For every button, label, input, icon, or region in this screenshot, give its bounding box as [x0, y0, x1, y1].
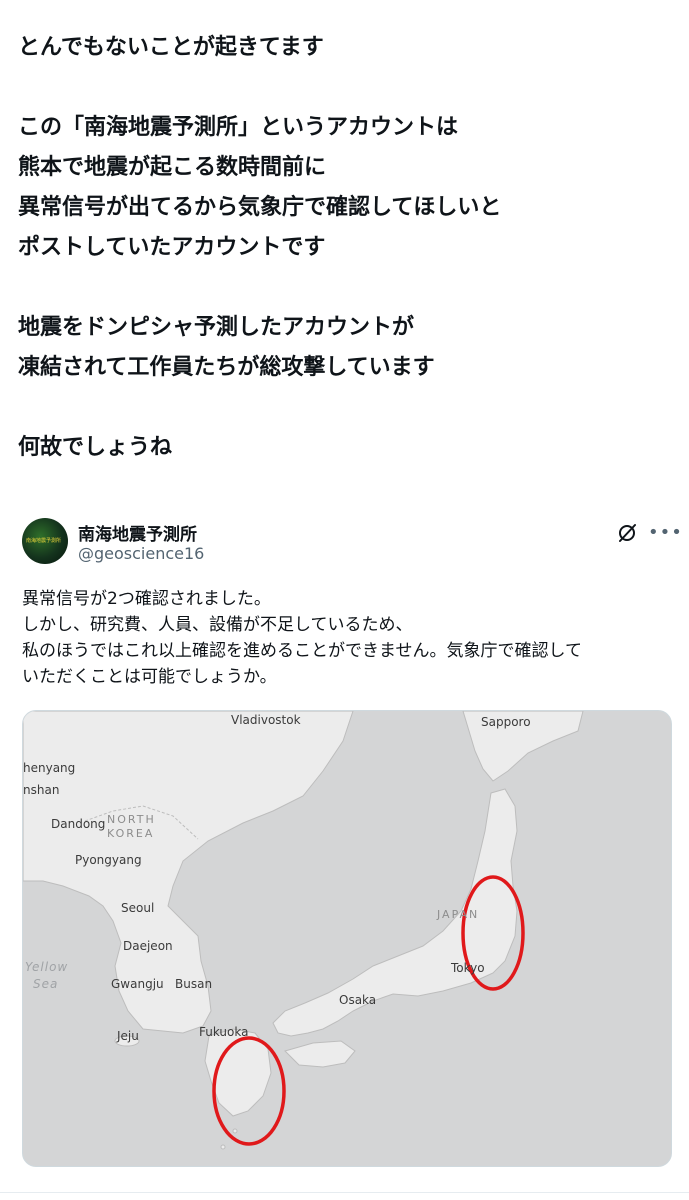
map-label-north: NORTH: [107, 813, 156, 826]
quoted-text-line: いただくことは可能でしょうか。: [22, 667, 277, 687]
map-label-anshan: nshan: [23, 783, 60, 797]
map-label-jeju: Jeju: [117, 1029, 139, 1043]
map-label-fukuoka: Fukuoka: [199, 1025, 249, 1039]
map-label-dandong: Dandong: [51, 817, 106, 831]
map-label-vladivostok: Vladivostok: [231, 713, 301, 727]
more-dots-icon[interactable]: •••: [648, 522, 683, 543]
post-line: 地震をドンピシャ予測したアカウントが: [18, 315, 415, 340]
map-label-busan: Busan: [175, 977, 213, 991]
quoted-text-line: しかし、研究費、人員、設備が不足しているため、: [22, 615, 413, 635]
grok-icon[interactable]: [616, 522, 638, 544]
island-dot: [232, 1128, 238, 1134]
quoted-text: 異常信号が2つ確認されました。 しかし、研究費、人員、設備が不足しているため、 …: [22, 586, 672, 690]
map-label-pyongyang: Pyongyang: [75, 853, 142, 867]
post-line: 何故でしょうね: [18, 435, 173, 460]
divider: [0, 1192, 689, 1193]
avatar[interactable]: 南海地震予測所: [22, 518, 68, 564]
honshu-landmass: [272, 788, 518, 1037]
post-line: ポストしていたアカウントです: [18, 235, 326, 260]
map-label-japan: JAPAN: [437, 908, 480, 921]
avatar-logo-text: 南海地震予測所: [26, 538, 62, 544]
map-label-tokyo: Tokyo: [451, 961, 485, 975]
post-line: 熊本で地震が起こる数時間前に: [18, 155, 327, 180]
map-label-korea: KOREA: [107, 827, 155, 840]
quoted-text-line: 私のほうではこれ以上確認を進めることができません。気象庁で確認して: [22, 641, 582, 661]
map-label-gwangju: Gwangju: [111, 977, 164, 991]
map-label-daejeon: Daejeon: [123, 939, 173, 953]
map-graphic: [23, 711, 584, 1150]
map-label-sapporo: Sapporo: [481, 715, 531, 729]
shikoku-landmass: [284, 1040, 356, 1068]
post-line: この「南海地震予測所」というアカウントは: [18, 115, 459, 140]
map-label-shenyang: henyang: [23, 761, 76, 775]
map-image[interactable]: Vladivostok Sapporo henyang nshan Dandon…: [22, 710, 672, 1167]
map-label-sea: Sea: [33, 977, 59, 991]
map-label-seoul: Seoul: [121, 901, 155, 915]
post-line: とんでもないことが起きてます: [18, 35, 324, 60]
post-text: とんでもないことが起きてます この「南海地震予測所」というアカウントは 熊本で地…: [18, 28, 678, 468]
post-line: 凍結されて工作員たちが総攻撃しています: [18, 355, 435, 380]
map-label-osaka: Osaka: [339, 993, 377, 1007]
post-line: 異常信号が出てるから気象庁で確認してほしいと: [18, 195, 502, 220]
map-label-yellow: Yellow: [25, 960, 69, 974]
account-name[interactable]: 南海地震予測所: [78, 520, 197, 545]
account-handle[interactable]: @geoscience16: [78, 544, 204, 563]
quoted-text-line: 異常信号が2つ確認されました。: [22, 589, 271, 609]
island-dot: [220, 1144, 226, 1150]
quoted-post[interactable]: 南海地震予測所 南海地震予測所 @geoscience16 ••• 異常信号が2…: [0, 500, 689, 1190]
